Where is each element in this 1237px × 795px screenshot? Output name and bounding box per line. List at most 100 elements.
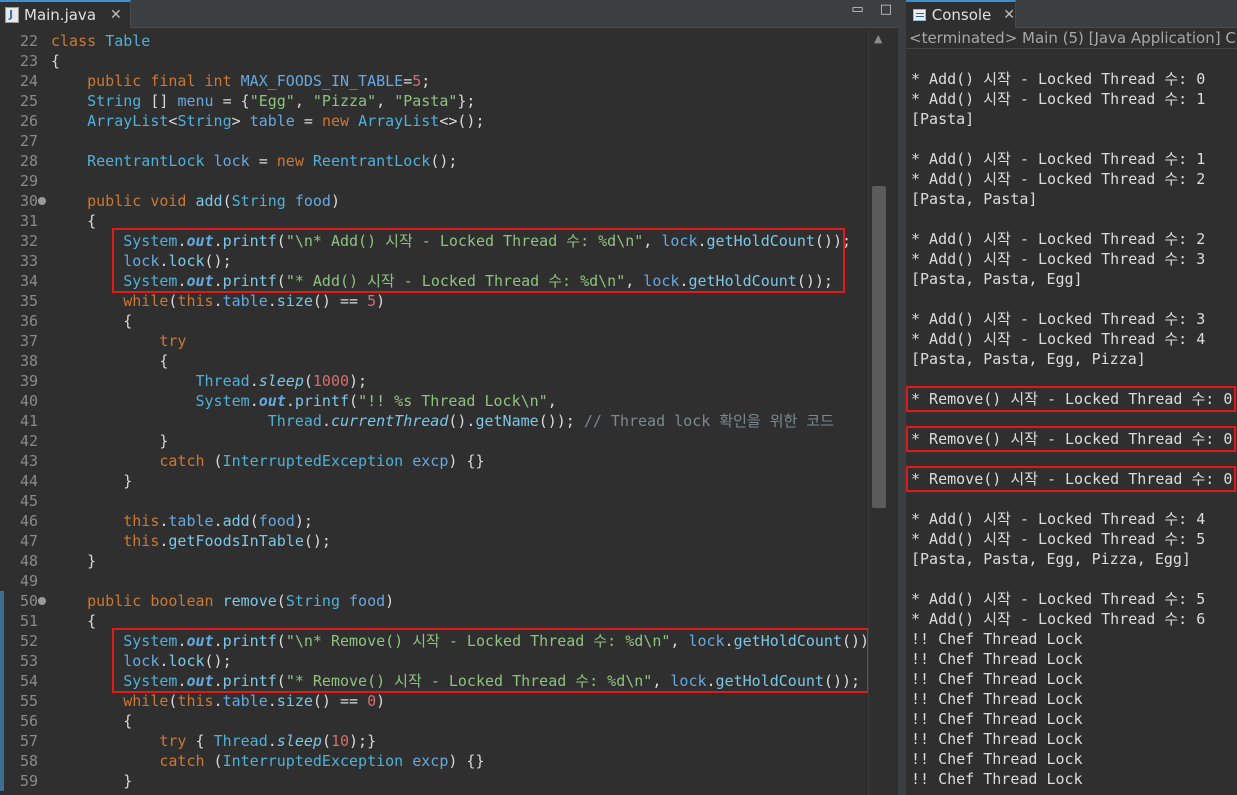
console-line: * Add() 시작 - Locked Thread 수: 5 xyxy=(911,530,1206,548)
code-line[interactable]: 36 { xyxy=(0,311,868,331)
pane-divider[interactable] xyxy=(898,0,906,795)
code-line[interactable]: 23 { xyxy=(0,51,868,71)
line-number: 43 xyxy=(19,452,38,470)
console-line: * Add() 시작 - Locked Thread 수: 4 xyxy=(911,330,1206,348)
console-line: [Pasta, Pasta] xyxy=(911,190,1038,208)
line-number: 25 xyxy=(19,92,38,110)
code-text: String [] menu = {"Egg", "Pizza", "Pasta… xyxy=(87,92,476,110)
console-line: * Add() 시작 - Locked Thread 수: 2 xyxy=(911,170,1206,188)
line-number: 41 xyxy=(19,412,38,430)
code-line[interactable]: 37 try xyxy=(0,331,868,351)
code-text: } xyxy=(51,432,169,450)
code-text: public void add(String food) xyxy=(87,192,340,210)
console-line: !! Chef Thread Lock xyxy=(911,750,1083,768)
maximize-icon[interactable]: □ xyxy=(880,2,892,17)
code-text: try xyxy=(159,332,187,350)
code-line[interactable]: 24 public final int MAX_FOODS_IN_TABLE=5… xyxy=(0,71,868,91)
line-number: 23 xyxy=(19,52,38,70)
code-text: } xyxy=(51,472,133,490)
code-line[interactable]: 39 Thread.sleep(1000); xyxy=(0,371,868,391)
code-line[interactable]: 47 this.getFoodsInTable(); xyxy=(0,531,868,551)
line-number: 38 xyxy=(19,352,38,370)
code-line[interactable]: 59 } xyxy=(0,771,868,791)
code-line[interactable]: 40 System.out.printf("!! %s Thread Lock\… xyxy=(0,391,868,411)
console-line: * Add() 시작 - Locked Thread 수: 3 xyxy=(911,250,1206,268)
console-line: * Add() 시작 - Locked Thread 수: 2 xyxy=(911,230,1206,248)
code-line[interactable]: 30 public void add(String food) xyxy=(0,191,868,211)
line-number: 56 xyxy=(19,712,38,730)
code-text: { xyxy=(51,212,97,230)
editor-tab-bar: Main.java ✕ ▭ □ xyxy=(0,0,898,28)
line-number: 36 xyxy=(19,312,38,330)
code-line[interactable]: 41 Thread.currentThread().getName()); //… xyxy=(0,411,868,431)
code-line[interactable]: 50 public boolean remove(String food) xyxy=(0,591,868,611)
line-number: 59 xyxy=(19,772,38,790)
line-number: 35 xyxy=(19,292,38,310)
fold-toggle-icon[interactable] xyxy=(38,197,46,205)
code-line[interactable]: 38 { xyxy=(0,351,868,371)
code-text: this.table.add(food); xyxy=(123,512,313,530)
code-text: while(this.table.size() == 5) xyxy=(123,292,386,310)
line-number: 34 xyxy=(19,272,38,290)
code-line[interactable]: 42 } xyxy=(0,431,868,451)
line-number: 52 xyxy=(19,632,38,650)
code-line[interactable]: 44 } xyxy=(0,471,868,491)
code-line[interactable]: 43 catch (InterruptedException excp) {} xyxy=(0,451,868,471)
code-line[interactable]: 29 xyxy=(0,171,868,191)
console-status: <terminated> Main (5) [Java Application]… xyxy=(909,29,1237,47)
highlight-box xyxy=(906,386,1236,412)
console-line: !! Chef Thread Lock xyxy=(911,730,1083,748)
editor-vertical-scrollbar[interactable]: ▲ xyxy=(868,30,888,795)
code-text: ReentrantLock lock = new ReentrantLock()… xyxy=(87,152,458,170)
java-file-icon xyxy=(5,7,19,23)
code-text: class Table xyxy=(51,32,151,50)
code-text: Thread.sleep(1000); xyxy=(195,372,368,390)
code-line[interactable]: 48 } xyxy=(0,551,868,571)
code-text: while(this.table.size() == 0) xyxy=(123,692,386,710)
console-line: * Add() 시작 - Locked Thread 수: 5 xyxy=(911,590,1206,608)
code-line[interactable]: 25 String [] menu = {"Egg", "Pizza", "Pa… xyxy=(0,91,868,111)
code-line[interactable]: 57 try { Thread.sleep(10);} xyxy=(0,731,868,751)
code-line[interactable]: 45 xyxy=(0,491,868,511)
console-line: !! Chef Thread Lock xyxy=(911,670,1083,688)
editor-pane: Main.java ✕ ▭ □ 22 class Table 23 {24 publi… xyxy=(0,0,898,795)
code-line[interactable]: 46 this.table.add(food); xyxy=(0,511,868,531)
console-line: * Add() 시작 - Locked Thread 수: 1 xyxy=(911,90,1206,108)
code-text: { xyxy=(51,312,133,330)
code-text: System.out.printf("!! %s Thread Lock\n", xyxy=(195,392,557,410)
console-icon xyxy=(913,9,926,21)
code-text: ArrayList<String> table = new ArrayList<… xyxy=(87,112,485,130)
console-line: !! Chef Thread Lock xyxy=(911,770,1083,788)
code-line[interactable]: 26 ArrayList<String> table = new ArrayLi… xyxy=(0,111,868,131)
close-icon[interactable]: ✕ xyxy=(1003,7,1015,23)
line-number: 44 xyxy=(19,472,38,490)
tab-label: Main.java xyxy=(24,6,97,24)
code-text: this.getFoodsInTable(); xyxy=(123,532,331,550)
code-line[interactable]: 55 while(this.table.size() == 0) xyxy=(0,691,868,711)
console-line: !! Chef Thread Lock xyxy=(911,650,1083,668)
console-line: * Add() 시작 - Locked Thread 수: 3 xyxy=(911,310,1206,328)
code-line[interactable]: 35 while(this.table.size() == 5) xyxy=(0,291,868,311)
code-line[interactable]: 49 xyxy=(0,571,868,591)
code-line[interactable]: 56 { xyxy=(0,711,868,731)
line-number: 42 xyxy=(19,432,38,450)
tab-console[interactable]: Console ✕ xyxy=(906,0,1016,28)
scrollbar-thumb[interactable] xyxy=(872,186,886,508)
minimize-icon[interactable]: ▭ xyxy=(851,2,863,17)
console-tab-label: Console xyxy=(931,6,992,24)
highlight-box xyxy=(906,426,1236,452)
line-number: 24 xyxy=(19,72,38,90)
tab-main-java[interactable]: Main.java ✕ xyxy=(0,0,131,28)
console-line: !! Chef Thread Lock xyxy=(911,690,1083,708)
fold-toggle-icon[interactable] xyxy=(38,597,46,605)
line-number: 30 xyxy=(19,192,38,210)
close-icon[interactable]: ✕ xyxy=(110,7,122,23)
code-line[interactable]: 27 xyxy=(0,131,868,151)
code-editor[interactable]: 22 class Table 23 {24 public final int MAX_… xyxy=(0,30,868,795)
line-number: 26 xyxy=(19,112,38,130)
code-line[interactable]: 28 ReentrantLock lock = new ReentrantLoc… xyxy=(0,151,868,171)
console-tab-bar: Console ✕ xyxy=(906,0,1237,28)
scroll-up-arrow-icon[interactable]: ▲ xyxy=(874,32,882,45)
code-line[interactable]: 22 class Table xyxy=(0,31,868,51)
code-line[interactable]: 58 catch (InterruptedException excp) {} xyxy=(0,751,868,771)
